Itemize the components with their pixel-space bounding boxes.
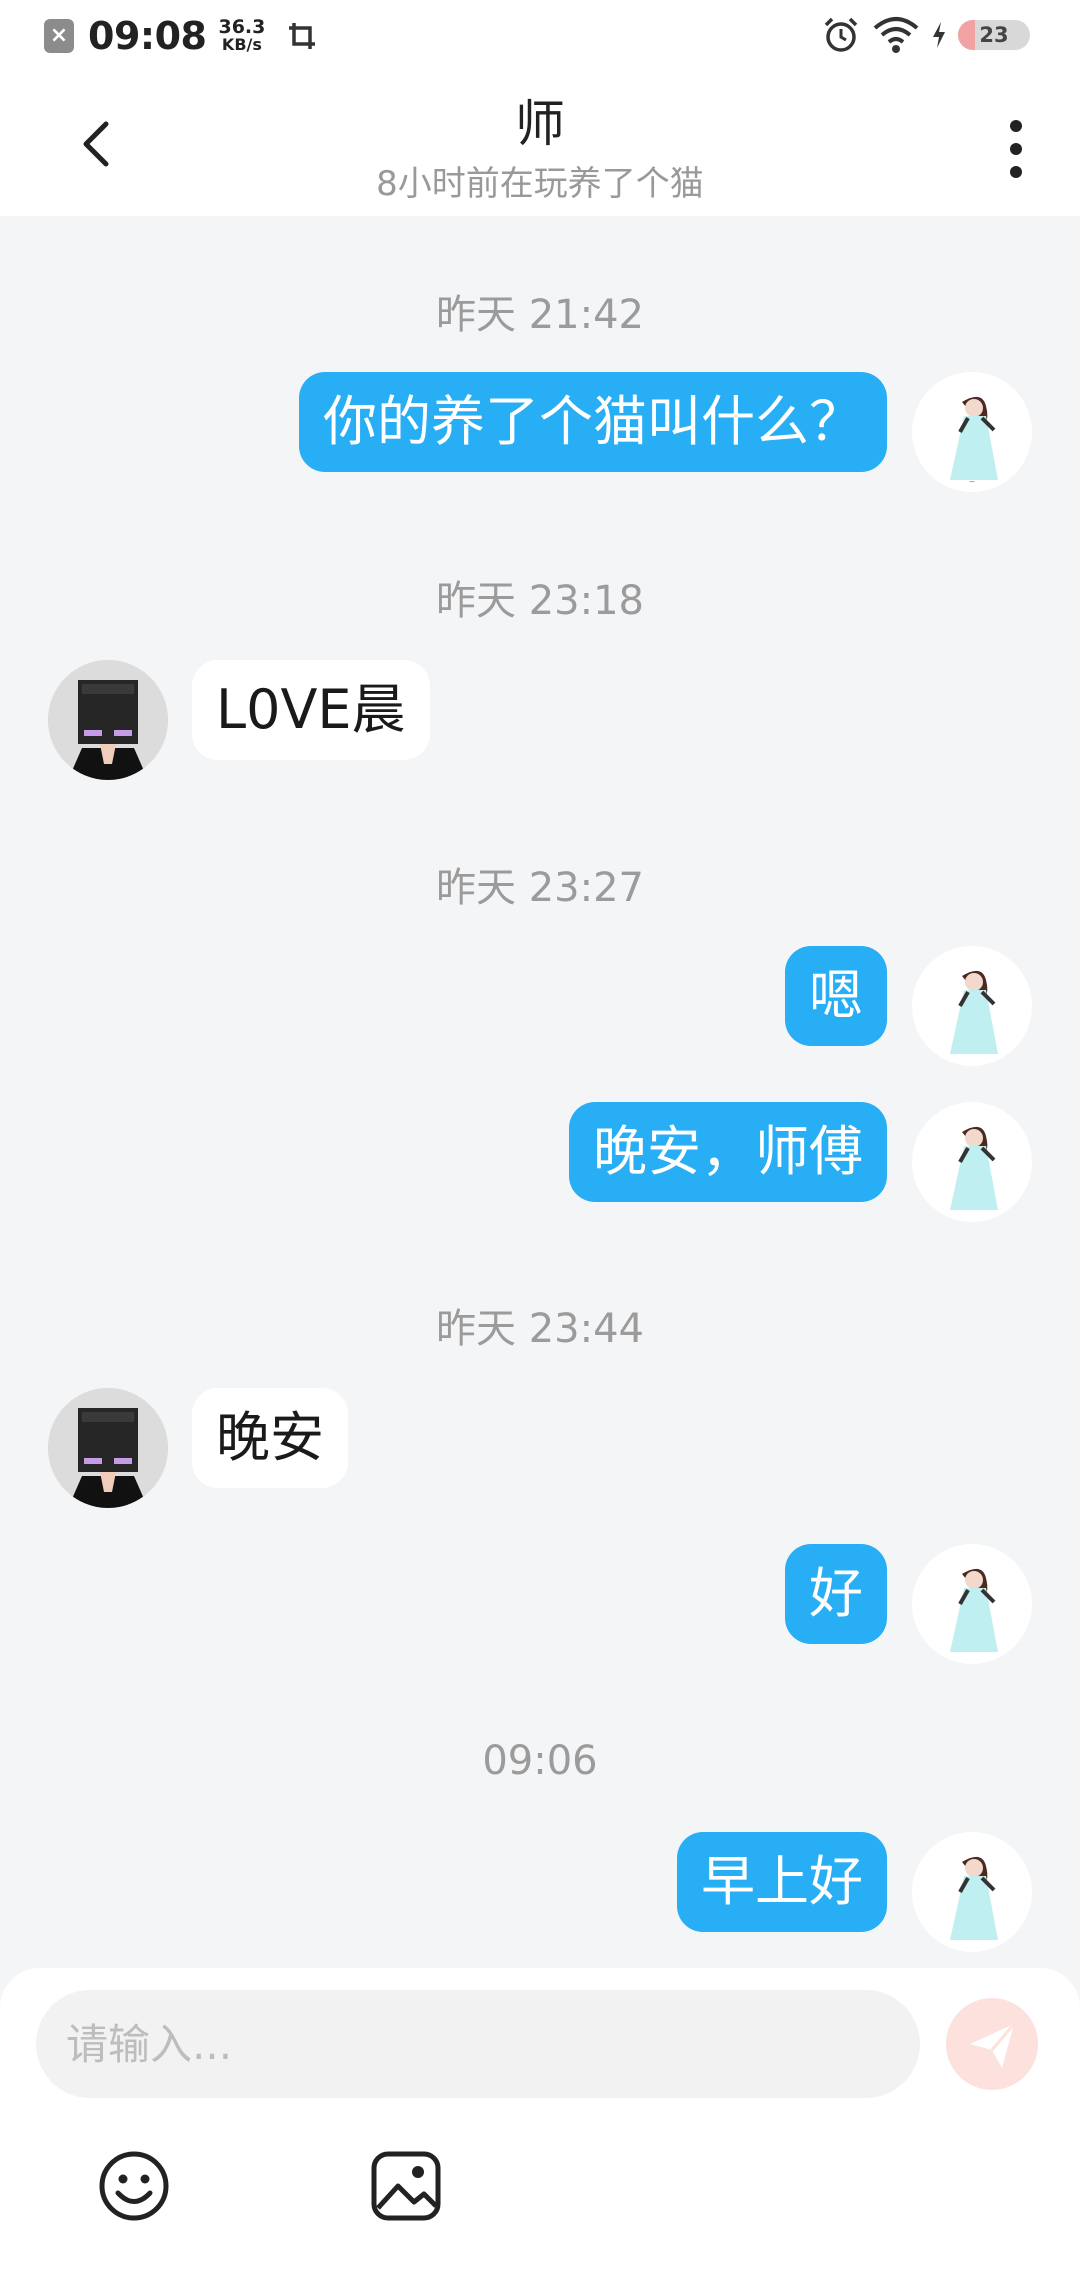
message-timestamp: 昨天 23:18 [436, 578, 644, 624]
send-button[interactable] [946, 1998, 1038, 2090]
paper-plane-icon [970, 2023, 1016, 2068]
contact-avatar[interactable] [48, 660, 168, 780]
my-message-bubble[interactable]: 晚安，师傅 [569, 1102, 887, 1202]
alarm-icon [824, 17, 858, 52]
wifi-icon [873, 17, 919, 53]
svg-text:~: ~ [969, 477, 976, 486]
network-speed-value: 36.3 [218, 16, 266, 38]
my-message-bubble[interactable]: 早上好 [677, 1832, 887, 1932]
chat-subtitle: 8小时前在玩养了个猫 [376, 164, 704, 204]
my-avatar[interactable] [912, 1544, 1032, 1664]
battery-percent: 23 [979, 23, 1009, 47]
enderman-avatar-icon [48, 660, 168, 780]
my-avatar[interactable] [912, 1102, 1032, 1222]
contact-message-bubble[interactable]: 晚安 [192, 1388, 348, 1488]
status-time: 09:08 [88, 14, 207, 58]
my-message-bubble[interactable]: 你的养了个猫叫什么？ [299, 372, 887, 472]
chat-header: 师 8小时前在玩养了个猫 [0, 72, 1080, 216]
status-bar: × 09:08 36.3 KB/s 23 [0, 0, 1080, 72]
my-message-bubble[interactable]: 好 [785, 1544, 887, 1644]
message-input[interactable] [36, 1990, 920, 2098]
notification-close-icon: × [44, 19, 74, 53]
anime-girl-avatar-icon: ~ [950, 396, 998, 486]
contact-message-bubble[interactable]: L0VE晨 [192, 660, 430, 760]
my-avatar[interactable]: ~ [912, 372, 1032, 492]
network-speed: 36.3 KB/s [218, 16, 266, 54]
anime-girl-avatar-icon [950, 970, 998, 1054]
contact-avatar[interactable] [48, 1388, 168, 1508]
message-timestamp: 昨天 23:44 [436, 1306, 644, 1352]
image-icon[interactable] [368, 2148, 444, 2224]
anime-girl-avatar-icon [950, 1856, 998, 1940]
message-timestamp: 昨天 21:42 [436, 292, 644, 338]
my-avatar[interactable] [912, 1832, 1032, 1952]
battery-indicator: 23 [958, 20, 1030, 50]
smiley-icon[interactable] [96, 2148, 172, 2224]
anime-girl-avatar-icon [950, 1126, 998, 1210]
network-speed-unit: KB/s [221, 35, 262, 54]
anime-girl-avatar-icon [950, 1568, 998, 1652]
more-options-icon[interactable] [1004, 114, 1028, 184]
enderman-avatar-icon [48, 1388, 168, 1508]
my-message-bubble[interactable]: 嗯 [785, 946, 887, 1046]
message-timestamp: 昨天 23:27 [436, 865, 644, 911]
message-composer [0, 1968, 1080, 2280]
chat-title: 师 [515, 95, 565, 153]
message-timestamp: 09:06 [482, 1738, 598, 1784]
charging-icon [933, 22, 945, 48]
my-avatar[interactable] [912, 946, 1032, 1066]
screenshot-icon [289, 23, 316, 49]
